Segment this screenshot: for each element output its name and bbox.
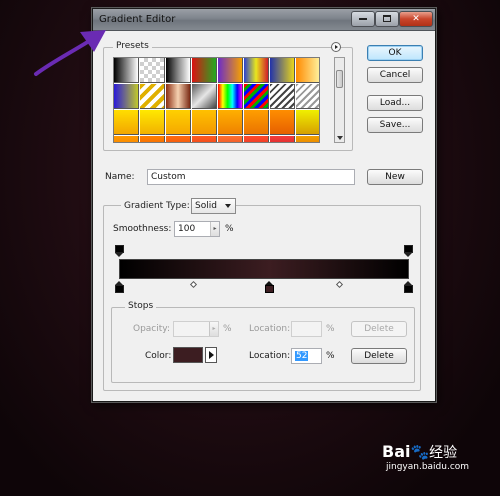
name-label: Name: xyxy=(105,172,135,182)
preset-swatch[interactable] xyxy=(218,110,243,135)
opacity-label: Opacity: xyxy=(133,324,170,334)
preset-swatch[interactable] xyxy=(140,58,165,83)
color-location-field[interactable]: 52 xyxy=(291,348,322,364)
preset-swatch[interactable] xyxy=(166,110,191,135)
preset-swatch[interactable] xyxy=(296,136,319,142)
color-label: Color: xyxy=(145,351,172,361)
preset-swatch[interactable] xyxy=(140,110,165,135)
preset-swatch[interactable] xyxy=(114,136,139,142)
opacity-spin-icon: ▸ xyxy=(209,322,218,336)
watermark-logo-suffix: 经验 xyxy=(429,445,458,461)
preset-swatch[interactable] xyxy=(296,58,319,83)
smoothness-value: 100 xyxy=(178,224,196,234)
opacity-stop-left[interactable] xyxy=(115,245,124,257)
gradient-type-label: Gradient Type: xyxy=(121,201,193,211)
opacity-location-label: Location: xyxy=(249,324,291,334)
preset-swatch[interactable] xyxy=(166,58,191,83)
gradient-editor-window: Gradient Editor ✕ Presets OK Cancel Load… xyxy=(92,8,436,402)
scroll-down-icon[interactable] xyxy=(337,136,343,140)
smoothness-unit: % xyxy=(225,224,234,234)
preset-swatch[interactable] xyxy=(114,84,139,109)
preset-swatch[interactable] xyxy=(270,110,295,135)
play-icon xyxy=(335,45,338,49)
stops-group xyxy=(111,307,415,383)
preset-swatch[interactable] xyxy=(192,84,217,109)
preset-swatch[interactable] xyxy=(270,136,295,142)
color-stop-left[interactable] xyxy=(115,281,124,293)
preset-swatch[interactable] xyxy=(244,58,269,83)
cancel-button[interactable]: Cancel xyxy=(367,67,423,83)
watermark-logo: Bai xyxy=(382,442,411,461)
preset-swatch[interactable] xyxy=(218,58,243,83)
preset-swatch[interactable] xyxy=(270,58,295,83)
save-button[interactable]: Save... xyxy=(367,117,423,133)
preset-swatch[interactable] xyxy=(218,136,243,142)
stops-label: Stops xyxy=(125,301,157,311)
preset-swatch[interactable] xyxy=(296,84,319,109)
preset-swatch[interactable] xyxy=(296,110,319,135)
baidu-watermark: Bai🐾经验 jingyan.baidu.com xyxy=(382,442,469,472)
color-delete-button[interactable]: Delete xyxy=(351,348,407,364)
gradient-preview-bar[interactable] xyxy=(119,259,409,279)
annotation-arrow-icon xyxy=(34,30,106,76)
presets-swatch-grid xyxy=(113,57,320,143)
preset-swatch[interactable] xyxy=(140,84,165,109)
load-button[interactable]: Load... xyxy=(367,95,423,111)
watermark-url: jingyan.baidu.com xyxy=(386,462,470,472)
color-swatch[interactable] xyxy=(173,347,203,363)
gradient-type-select[interactable]: Solid xyxy=(191,198,236,214)
presets-label: Presets xyxy=(113,41,152,51)
title-bar[interactable]: Gradient Editor ✕ xyxy=(93,9,435,31)
preset-swatch[interactable] xyxy=(244,110,269,135)
preset-swatch[interactable] xyxy=(244,136,269,142)
opacity-delete-button: Delete xyxy=(351,321,407,337)
preset-swatch[interactable] xyxy=(166,84,191,109)
preset-swatch[interactable] xyxy=(166,136,191,142)
preset-swatch[interactable] xyxy=(140,136,165,142)
color-location-label: Location: xyxy=(249,351,291,361)
name-field[interactable]: Custom xyxy=(147,169,355,185)
opacity-location-unit: % xyxy=(326,324,335,334)
chevron-down-icon xyxy=(225,204,231,208)
preset-swatch[interactable] xyxy=(244,84,269,109)
maximize-button[interactable] xyxy=(375,11,399,27)
color-stop-right[interactable] xyxy=(404,281,413,293)
smoothness-label: Smoothness: xyxy=(113,224,172,234)
smoothness-spin-icon[interactable]: ▸ xyxy=(210,222,219,236)
preset-swatch[interactable] xyxy=(192,58,217,83)
new-button[interactable]: New xyxy=(367,169,423,185)
opacity-unit: % xyxy=(223,324,232,334)
preset-swatch[interactable] xyxy=(270,84,295,109)
preset-swatch[interactable] xyxy=(218,84,243,109)
preset-swatch[interactable] xyxy=(192,136,217,142)
color-stop-selected[interactable] xyxy=(265,281,274,293)
smoothness-field[interactable]: 100 ▸ xyxy=(174,221,220,237)
presets-scrollbar[interactable] xyxy=(334,57,345,143)
minimize-icon xyxy=(359,17,367,20)
preset-swatch[interactable] xyxy=(114,110,139,135)
color-location-value: 52 xyxy=(295,351,309,361)
opacity-stop-right[interactable] xyxy=(404,245,413,257)
close-icon: ✕ xyxy=(412,14,420,24)
minimize-button[interactable] xyxy=(351,11,375,27)
paw-icon: 🐾 xyxy=(410,443,430,461)
color-menu-button[interactable] xyxy=(205,347,217,363)
preset-swatch[interactable] xyxy=(192,110,217,135)
gradient-type-value: Solid xyxy=(195,201,217,211)
presets-menu-button[interactable] xyxy=(331,42,341,52)
opacity-field: ▸ xyxy=(173,321,219,337)
opacity-location-field xyxy=(291,321,322,337)
maximize-icon xyxy=(383,15,391,22)
close-button[interactable]: ✕ xyxy=(399,11,433,27)
ok-button[interactable]: OK xyxy=(367,45,423,61)
play-icon xyxy=(209,351,214,359)
scrollbar-thumb[interactable] xyxy=(336,70,343,88)
preset-swatch[interactable] xyxy=(114,58,139,83)
color-location-unit: % xyxy=(326,351,335,361)
